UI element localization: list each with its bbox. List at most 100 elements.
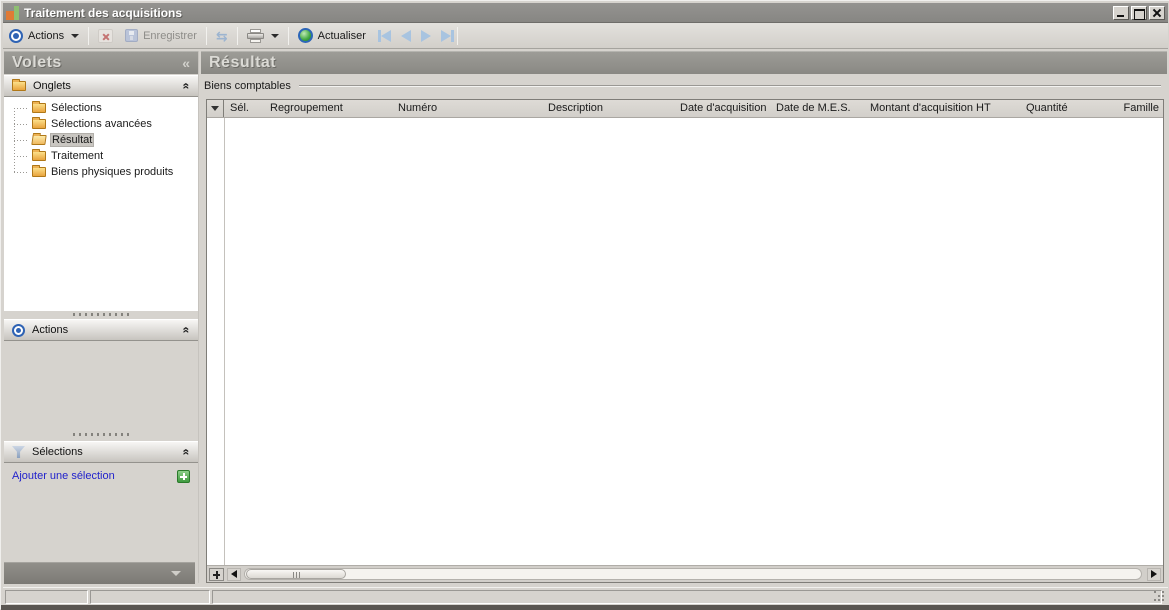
status-bar xyxy=(3,587,1168,605)
tree-item[interactable]: Résultat xyxy=(4,132,198,148)
filter-icon xyxy=(12,446,25,458)
toolbar-separator xyxy=(205,26,207,45)
scroll-left-button[interactable] xyxy=(227,567,241,581)
delete-button[interactable] xyxy=(92,25,119,47)
add-selection-row: Ajouter une sélection xyxy=(4,465,198,487)
app-icon-orange-block xyxy=(6,10,14,20)
grid-header-row: Sél. Regroupement Numéro Description Date d'… xyxy=(207,100,1163,118)
tree-connector xyxy=(14,171,29,173)
tree-item[interactable]: Biens physiques produits xyxy=(4,164,198,180)
sync-button[interactable]: ⇆ xyxy=(210,25,234,47)
sidebar-header: Volets « xyxy=(4,51,198,74)
column-header[interactable]: Description xyxy=(542,100,674,117)
groupbox-line xyxy=(298,85,1161,87)
resize-grip[interactable] xyxy=(1154,591,1165,602)
minimize-button[interactable] xyxy=(1113,5,1129,20)
column-header[interactable]: Date d'acquisition xyxy=(674,100,770,117)
print-button[interactable] xyxy=(241,25,285,47)
selections-section-label: Sélections xyxy=(32,446,83,458)
grid-body[interactable] xyxy=(207,118,1163,565)
save-button-label: Enregistrer xyxy=(143,29,197,42)
maximize-button[interactable] xyxy=(1131,5,1147,20)
actions-icon xyxy=(12,323,25,337)
toolbar-separator xyxy=(287,26,289,45)
tree-item-label: Sélections xyxy=(51,102,102,114)
previous-record-button[interactable] xyxy=(400,28,411,44)
app-icon-green-block xyxy=(14,5,19,20)
column-header[interactable]: Numéro xyxy=(392,100,542,117)
section-header-actions[interactable]: Actions xyxy=(4,319,198,341)
splitter-handle[interactable] xyxy=(4,310,198,318)
window-title: Traitement des acquisitions xyxy=(24,5,183,20)
section-header-selections[interactable]: Sélections xyxy=(4,441,198,463)
save-button[interactable]: Enregistrer xyxy=(119,25,203,47)
collapse-section-icon[interactable] xyxy=(180,83,194,90)
last-record-button[interactable] xyxy=(440,28,454,44)
status-panel xyxy=(90,590,210,604)
refresh-icon xyxy=(297,28,313,43)
row-selector-dropdown[interactable] xyxy=(207,100,224,117)
delete-icon xyxy=(98,28,114,43)
add-selection-link[interactable]: Ajouter une sélection xyxy=(12,470,115,482)
add-icon[interactable] xyxy=(177,469,190,483)
add-row-button[interactable] xyxy=(209,567,224,581)
next-record-button[interactable] xyxy=(420,28,431,44)
tree-connector xyxy=(14,155,29,157)
tree-connector xyxy=(14,107,29,109)
column-header[interactable]: Regroupement xyxy=(264,100,392,117)
chevron-down-icon xyxy=(270,33,279,38)
column-header[interactable]: Montant d'acquisition HT xyxy=(864,100,1020,117)
selector-column-divider xyxy=(224,118,225,565)
actions-menu-label: Actions xyxy=(28,29,65,42)
sidebar-title: Volets xyxy=(12,54,62,71)
tree-item[interactable]: Traitement xyxy=(4,148,198,164)
print-icon xyxy=(246,28,264,43)
onglets-tree: Sélections Sélections avancées Résultat Tra… xyxy=(4,97,198,311)
tree-connector xyxy=(14,108,15,172)
status-panel xyxy=(212,590,1162,604)
app-icon xyxy=(6,5,19,20)
column-header[interactable]: Quantité xyxy=(1020,100,1100,117)
column-header[interactable]: Date de M.E.S. xyxy=(770,100,864,117)
results-grid: Sél. Regroupement Numéro Description Date d'… xyxy=(206,99,1164,583)
title-bar[interactable]: Traitement des acquisitions xyxy=(3,3,1168,23)
tree-item[interactable]: Sélections xyxy=(4,100,198,116)
splitter-handle[interactable] xyxy=(4,430,198,439)
pane-divider xyxy=(198,51,199,583)
window-bottom-edge xyxy=(1,605,1169,610)
sync-icon: ⇆ xyxy=(215,27,228,44)
chevron-down-icon xyxy=(71,33,80,38)
close-button[interactable] xyxy=(1149,5,1165,20)
first-record-button[interactable] xyxy=(377,28,391,44)
result-pane-title: Résultat xyxy=(209,54,277,71)
save-icon xyxy=(125,29,139,42)
folder-icon xyxy=(31,135,47,145)
section-header-onglets[interactable]: Onglets xyxy=(4,75,198,97)
column-header[interactable]: Famille xyxy=(1100,100,1163,117)
scroll-right-button[interactable] xyxy=(1147,567,1161,581)
sidebar-bottom-bar[interactable] xyxy=(4,562,195,584)
tree-connector xyxy=(14,139,29,141)
folder-icon xyxy=(12,79,26,91)
tree-item[interactable]: Sélections avancées xyxy=(4,116,198,132)
chevron-down-icon[interactable] xyxy=(171,571,181,576)
column-header[interactable]: Sél. xyxy=(224,100,264,117)
status-panel xyxy=(5,590,88,604)
collapse-section-icon[interactable] xyxy=(180,327,194,334)
groupbox-label: Biens comptables xyxy=(204,80,291,92)
toolbar-separator xyxy=(88,26,90,45)
toolbar-separator xyxy=(236,26,238,45)
collapse-section-icon[interactable] xyxy=(180,449,194,456)
scrollbar-thumb[interactable] xyxy=(246,569,346,579)
scrollbar-track[interactable] xyxy=(244,568,1142,580)
actions-menu-button[interactable]: Actions xyxy=(3,25,85,47)
onglets-section-label: Onglets xyxy=(33,80,71,92)
refresh-button[interactable]: Actualiser xyxy=(292,25,372,47)
toolbar-separator xyxy=(456,26,458,45)
groupbox-caption: Biens comptables xyxy=(201,75,1167,97)
collapse-sidebar-icon[interactable]: « xyxy=(182,56,190,70)
folder-icon xyxy=(32,165,46,177)
result-pane-header: Résultat xyxy=(201,51,1167,74)
actions-icon xyxy=(9,28,23,43)
scrollbar-grip xyxy=(293,572,302,578)
